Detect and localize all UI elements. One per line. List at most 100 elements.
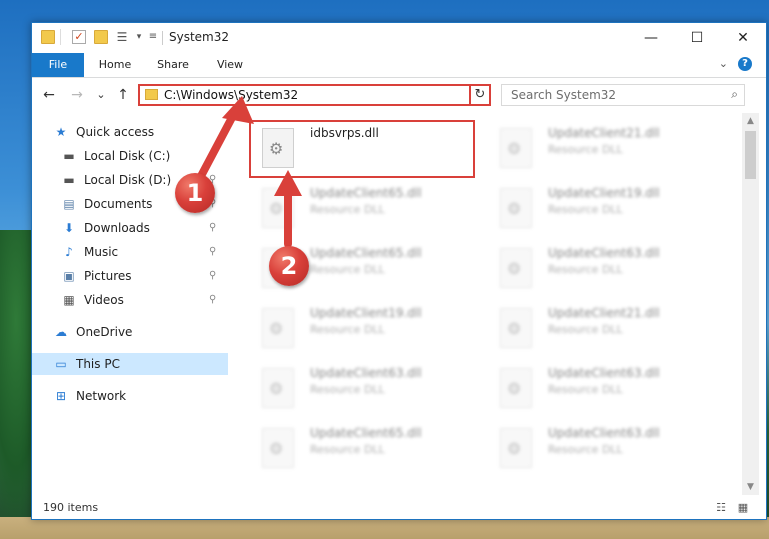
file-item[interactable]: ⚙ UpdateClient65.dll Resource DLL xyxy=(248,180,478,234)
address-path[interactable]: C:\Windows\System32 xyxy=(164,88,298,102)
file-item[interactable]: ⚙ UpdateClient63.dll Resource DLL xyxy=(248,360,478,414)
help-icon[interactable]: ? xyxy=(738,57,752,71)
callout-1: 1 xyxy=(175,173,215,213)
file-item[interactable]: ⚙ UpdateClient65.dll Resource DLL xyxy=(248,420,478,474)
pictures-icon: ▣ xyxy=(63,269,75,283)
pin-icon: ⚲ xyxy=(209,294,217,305)
nav-item-downloads[interactable]: ⬇ Downloads ⚲ xyxy=(32,217,228,239)
pin-icon: ⚲ xyxy=(209,246,217,257)
file-name: UpdateClient19.dll xyxy=(310,306,422,320)
nav-item-label: This PC xyxy=(76,357,120,371)
tab-share[interactable]: Share xyxy=(150,53,196,77)
file-type: Resource DLL xyxy=(310,383,385,396)
drive-icon: ▬ xyxy=(63,149,75,163)
drive-icon: ▬ xyxy=(63,173,75,187)
scroll-thumb[interactable] xyxy=(745,131,756,179)
file-type: Resource DLL xyxy=(310,263,385,276)
file-type: Resource DLL xyxy=(310,203,385,216)
navigation-pane: ★ Quick access ▬ Local Disk (C:) ⚲ ▬ Local Dis… xyxy=(32,113,228,493)
dll-file-icon: ⚙ xyxy=(500,308,532,348)
gear-icon: ⚙ xyxy=(269,439,284,458)
file-name: UpdateClient63.dll xyxy=(548,366,660,380)
folder-icon xyxy=(145,89,158,100)
qa-dropdown-icon[interactable]: ▾ xyxy=(132,30,146,44)
expand-ribbon-icon[interactable]: ⌄ xyxy=(719,57,728,70)
nav-item-music[interactable]: ♪ Music ⚲ xyxy=(32,241,228,263)
nav-item-onedrive[interactable]: ☁ OneDrive xyxy=(32,321,228,343)
tab-home[interactable]: Home xyxy=(92,53,138,77)
dll-file-icon: ⚙ xyxy=(262,428,294,468)
file-type: Resource DLL xyxy=(310,443,385,456)
refresh-button[interactable]: ↻ xyxy=(469,84,491,106)
file-item[interactable]: ⚙ UpdateClient19.dll Resource DLL xyxy=(248,300,478,354)
nav-item-label: Documents xyxy=(84,197,153,211)
dll-file-icon: ⚙ xyxy=(500,428,532,468)
minimize-button[interactable]: — xyxy=(628,23,674,53)
details-view-icon[interactable]: ☷ xyxy=(714,501,728,514)
scroll-down-icon[interactable]: ▼ xyxy=(742,479,759,495)
new-folder-icon[interactable] xyxy=(94,30,108,44)
nav-item-label: OneDrive xyxy=(76,325,133,339)
qa-divider xyxy=(60,29,61,45)
properties-check-icon[interactable]: ✓ xyxy=(72,30,86,44)
file-type: Resource DLL xyxy=(548,203,623,216)
nav-item-label: Quick access xyxy=(76,125,155,139)
music-icon: ♪ xyxy=(65,245,73,259)
file-name: UpdateClient21.dll xyxy=(548,126,660,140)
videos-icon: ▦ xyxy=(63,293,75,307)
folder-icon xyxy=(41,30,55,44)
dll-file-icon: ⚙ xyxy=(500,128,532,168)
nav-item-network[interactable]: ⊞ Network xyxy=(32,385,228,407)
nav-item-this-pc[interactable]: ▭ This PC xyxy=(32,353,228,375)
file-item[interactable]: ⚙ UpdateClient63.dll Resource DLL xyxy=(486,360,716,414)
up-button[interactable]: ↑ xyxy=(114,86,132,104)
nav-item-label: Music xyxy=(84,245,119,259)
nav-item-label: Network xyxy=(76,389,127,403)
tiles-view-icon[interactable]: ▦ xyxy=(736,501,750,514)
file-name: UpdateClient21.dll xyxy=(548,306,660,320)
gear-icon: ⚙ xyxy=(507,139,522,158)
gear-icon: ⚙ xyxy=(507,319,522,338)
search-icon[interactable]: ⌕ xyxy=(731,87,738,102)
file-name: UpdateClient63.dll xyxy=(548,426,660,440)
maximize-button[interactable]: ☐ xyxy=(674,23,720,53)
customize-toolbar-icon[interactable]: ☰ xyxy=(115,30,129,44)
callout-2: 2 xyxy=(269,246,309,286)
search-input[interactable]: Search System32 xyxy=(511,88,616,102)
tab-file[interactable]: File xyxy=(32,53,84,77)
nav-item-quick-access[interactable]: ★ Quick access xyxy=(32,121,228,143)
cloud-icon: ☁ xyxy=(55,325,67,339)
nav-item-pictures[interactable]: ▣ Pictures ⚲ xyxy=(32,265,228,287)
file-item[interactable]: ⚙ UpdateClient19.dll Resource DLL xyxy=(486,180,716,234)
file-item[interactable]: ⚙ UpdateClient21.dll Resource DLL xyxy=(486,300,716,354)
back-button[interactable]: ← xyxy=(40,86,58,104)
document-icon: ▤ xyxy=(63,197,75,211)
nav-item-videos[interactable]: ▦ Videos ⚲ xyxy=(32,289,228,311)
file-type: Resource DLL xyxy=(548,143,623,156)
item-count: 190 items xyxy=(43,501,99,514)
dll-file-icon: ⚙ xyxy=(500,368,532,408)
dll-file-icon: ⚙ xyxy=(262,368,294,408)
vertical-scrollbar[interactable]: ▲ ▼ xyxy=(742,113,759,495)
highlight-box xyxy=(249,120,475,178)
close-button[interactable]: ✕ xyxy=(720,23,766,53)
address-bar[interactable]: C:\Windows\System32 ⌄ xyxy=(138,84,489,106)
qa-menu-icon[interactable]: ≡ xyxy=(146,30,160,44)
search-box[interactable]: Search System32 ⌕ xyxy=(501,84,745,106)
network-icon: ⊞ xyxy=(55,389,67,403)
pin-icon: ⚲ xyxy=(209,222,217,233)
tab-view[interactable]: View xyxy=(208,53,252,77)
nav-item-label: Local Disk (D:) xyxy=(84,173,172,187)
file-item[interactable]: ⚙ UpdateClient63.dll Resource DLL xyxy=(486,420,716,474)
file-name: UpdateClient65.dll xyxy=(310,426,422,440)
star-icon: ★ xyxy=(55,125,67,139)
recent-locations-button[interactable]: ⌄ xyxy=(92,86,110,104)
scroll-up-icon[interactable]: ▲ xyxy=(742,113,759,129)
gear-icon: ⚙ xyxy=(269,379,284,398)
gear-icon: ⚙ xyxy=(269,199,284,218)
forward-button[interactable]: → xyxy=(68,86,86,104)
file-item[interactable]: ⚙ UpdateClient21.dll Resource DLL xyxy=(486,120,716,174)
file-item[interactable]: ⚙ UpdateClient63.dll Resource DLL xyxy=(486,240,716,294)
nav-item-local-disk-c[interactable]: ▬ Local Disk (C:) ⚲ xyxy=(32,145,228,167)
title-separator xyxy=(162,31,163,45)
